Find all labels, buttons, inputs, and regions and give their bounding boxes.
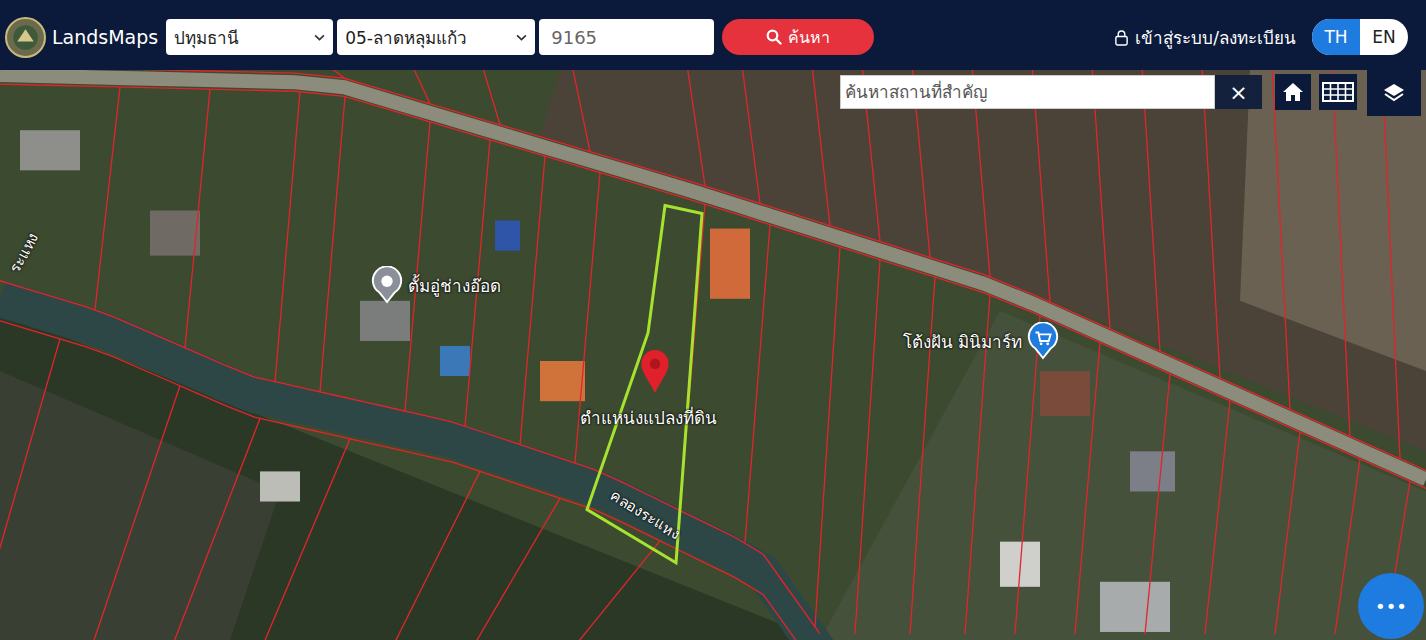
language-option[interactable]: TH <box>1312 19 1360 55</box>
satellite-imagery <box>0 70 1426 640</box>
place-label[interactable]: โต้งฝัน มินิมาร์ท <box>903 322 1060 360</box>
parcel-number-input[interactable] <box>539 19 714 55</box>
province-select[interactable]: ปทุมธานี <box>166 19 333 55</box>
language-option[interactable]: EN <box>1360 19 1408 55</box>
brand[interactable]: LandsMaps <box>5 17 158 58</box>
place-label[interactable]: ตั้มอู่ช่างอ๊อด <box>370 266 501 304</box>
clear-button[interactable]: × <box>1215 75 1262 109</box>
search-icon <box>766 29 782 45</box>
shop-pin-icon <box>1026 322 1060 360</box>
search-button[interactable]: ค้นหา <box>722 19 874 55</box>
selected-parcel[interactable] <box>587 205 702 562</box>
home-button[interactable] <box>1275 74 1311 110</box>
chevron-down-icon <box>314 34 325 41</box>
landsmaps-page: LandsMaps ปทุมธานี 05-ลาดหลุมแก้ว ค้นหา … <box>0 0 1426 640</box>
lock-icon <box>1114 29 1129 46</box>
map-view[interactable]: คลองระแหงระแหง ตั้มอู่ช่างอ๊อดโต้งฝัน มิ… <box>0 70 1426 640</box>
parcel-marker-label: ตำแหน่งแปลงที่ดิน <box>580 404 717 431</box>
place-pin-icon <box>370 266 404 304</box>
more-button[interactable]: ••• <box>1358 573 1424 639</box>
place-name: ตั้มอู่ช่างอ๊อด <box>408 272 501 299</box>
layers-button[interactable] <box>1367 70 1421 116</box>
layers-icon <box>1382 81 1406 105</box>
language-toggle: THEN <box>1312 19 1408 55</box>
logo-text: LandsMaps <box>52 26 158 48</box>
map-toolbar: × <box>840 70 1421 116</box>
place-name: โต้งฝัน มินิมาร์ท <box>903 328 1022 355</box>
grid-icon <box>1322 82 1354 102</box>
parcel-pin-icon[interactable] <box>639 348 671 394</box>
grid-button[interactable] <box>1319 74 1357 110</box>
place-search-input[interactable] <box>840 75 1215 109</box>
top-bar: LandsMaps ปทุมธานี 05-ลาดหลุมแก้ว ค้นหา … <box>0 4 1426 70</box>
login-link[interactable]: เข้าสู่ระบบ/ลงทะเบียน <box>1114 24 1296 51</box>
district-select[interactable]: 05-ลาดหลุมแก้ว <box>337 19 535 55</box>
home-icon <box>1281 80 1305 104</box>
chevron-down-icon <box>516 34 527 41</box>
emblem-icon <box>5 17 46 58</box>
